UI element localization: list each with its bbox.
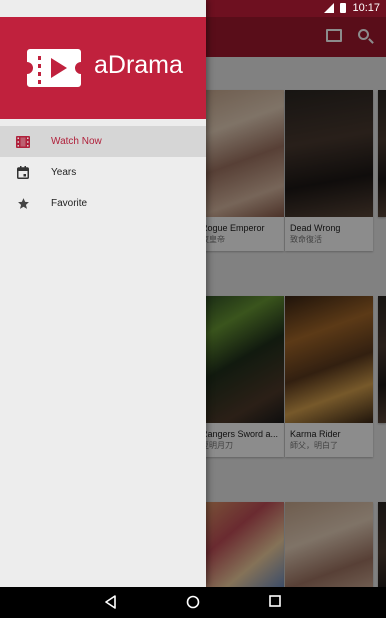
- app-name: aDrama: [94, 51, 183, 79]
- battery-icon: [340, 3, 347, 13]
- menu-item-watch-now[interactable]: Watch Now: [0, 126, 206, 157]
- menu-item-label: Years: [51, 167, 77, 178]
- menu-item-label: Favorite: [51, 198, 88, 209]
- system-nav-bar: [0, 587, 386, 618]
- calendar-icon: [16, 166, 30, 180]
- ticket-logo-icon: [27, 49, 81, 87]
- star-icon: [16, 197, 30, 211]
- film-icon: [16, 135, 30, 149]
- menu-item-label: Watch Now: [51, 136, 102, 147]
- home-icon[interactable]: [186, 595, 200, 609]
- menu-item-favorite[interactable]: Favorite: [0, 188, 206, 219]
- navigation-drawer: aDrama Watch Now Years Favorite: [0, 0, 206, 587]
- status-time: 10:17: [352, 2, 380, 14]
- signal-icon: [324, 3, 335, 13]
- menu-item-years[interactable]: Years: [0, 157, 206, 188]
- drawer-header: aDrama: [0, 17, 206, 119]
- back-icon[interactable]: [104, 595, 117, 609]
- recents-icon[interactable]: [269, 595, 281, 607]
- drawer-menu: Watch Now Years Favorite: [0, 126, 206, 219]
